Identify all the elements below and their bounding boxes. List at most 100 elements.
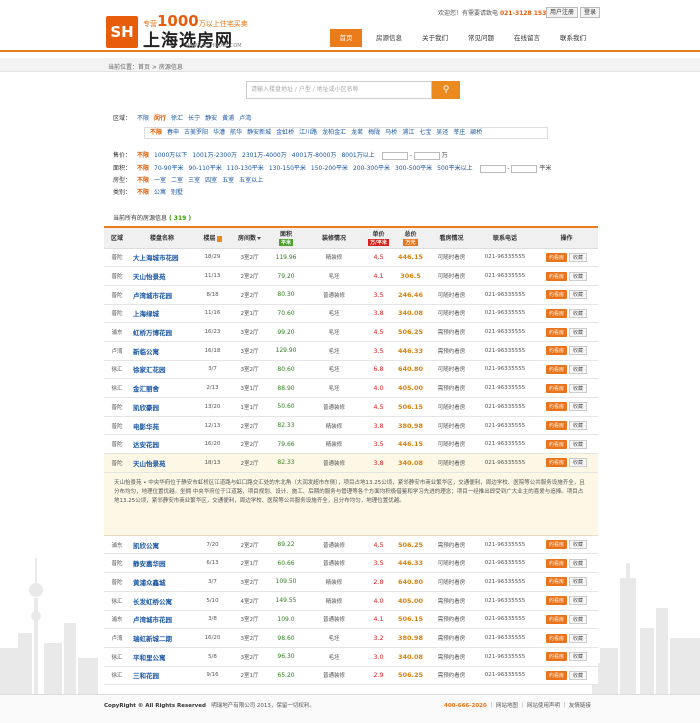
filter-size-option[interactable]: 70-90平米: [154, 165, 183, 172]
filter-room-option[interactable]: 二室: [171, 177, 183, 184]
register-button[interactable]: 用户注册: [546, 7, 579, 18]
footer-link-terms[interactable]: 网站使用声明: [527, 703, 560, 709]
listing-name-link[interactable]: 长发虹桥公寓: [130, 591, 194, 611]
book-viewing-button[interactable]: 约看房: [545, 458, 567, 468]
nav-contact[interactable]: 联系我们: [552, 29, 594, 47]
favorite-button[interactable]: 收藏: [569, 558, 588, 568]
listing-name-link[interactable]: 金汇丽舍: [130, 378, 194, 398]
favorite-button[interactable]: 收藏: [569, 652, 588, 662]
filter-area-option[interactable]: 徐汇: [171, 115, 183, 122]
filter-area-option[interactable]: 不限: [137, 115, 149, 122]
book-viewing-button[interactable]: 约看房: [545, 439, 567, 449]
favorite-button[interactable]: 收藏: [569, 614, 588, 624]
favorite-button[interactable]: 收藏: [569, 327, 588, 337]
logo-mark[interactable]: SH: [106, 16, 138, 48]
filter-subarea-option[interactable]: 七宝: [419, 129, 431, 136]
footer-link-sitemap[interactable]: 网站地图: [496, 703, 518, 709]
listing-name-link[interactable]: 瑞虹新城二期: [130, 628, 194, 648]
favorite-button[interactable]: 收藏: [569, 577, 588, 587]
filter-size-option[interactable]: 90-110平米: [188, 165, 221, 172]
price-max-input[interactable]: [413, 151, 440, 160]
filter-subarea-option[interactable]: 金虹桥: [276, 129, 294, 136]
nav-faq[interactable]: 常见问题: [460, 29, 502, 47]
filter-subarea-option[interactable]: 不限: [150, 129, 162, 136]
filter-subarea-option[interactable]: 龙茗: [351, 129, 363, 136]
listing-name-link[interactable]: 徐家汇花园: [130, 360, 194, 380]
search-button[interactable]: ⚲: [432, 81, 460, 99]
book-viewing-button[interactable]: 约看房: [545, 402, 567, 412]
book-viewing-button[interactable]: 约看房: [545, 327, 567, 337]
login-button[interactable]: 登录: [580, 7, 601, 18]
filter-price-option[interactable]: 不限: [137, 152, 149, 159]
book-viewing-button[interactable]: 约看房: [545, 364, 567, 374]
favorite-button[interactable]: 收藏: [569, 670, 588, 680]
filter-price-option[interactable]: 4001万-8000万: [292, 152, 337, 159]
listing-name-link[interactable]: 静安嘉华园: [130, 553, 194, 574]
filter-size-option[interactable]: 130-150平米: [269, 165, 306, 172]
filter-subarea-option[interactable]: 江川路: [299, 129, 317, 136]
book-viewing-button[interactable]: 约看房: [545, 271, 567, 281]
book-viewing-button[interactable]: 约看房: [545, 540, 567, 550]
listing-name-link[interactable]: 大上海城市花园: [130, 248, 194, 268]
book-viewing-button[interactable]: 约看房: [545, 596, 567, 606]
listing-name-link[interactable]: 新临公寓: [130, 341, 194, 361]
listing-name-link[interactable]: 上海绿城: [130, 304, 194, 324]
book-viewing-button[interactable]: 约看房: [545, 633, 567, 643]
size-max-input[interactable]: [511, 164, 538, 173]
listing-name-link[interactable]: 卢湾城市花园: [130, 285, 194, 305]
filter-area-option[interactable]: 卢湾: [239, 115, 251, 122]
footer-link-friends[interactable]: 友情链接: [569, 703, 591, 709]
book-viewing-button[interactable]: 约看房: [545, 670, 567, 680]
listing-name-link[interactable]: 天山怡景苑: [130, 453, 194, 473]
filter-subarea-option[interactable]: 马桥: [385, 129, 397, 136]
listing-name-link[interactable]: 达安花园: [130, 434, 194, 455]
filter-size-option[interactable]: 500平米以上: [437, 165, 472, 172]
nav-home[interactable]: 首页: [330, 29, 362, 47]
filter-subarea-option[interactable]: 梅陇: [368, 129, 380, 136]
listing-name-link[interactable]: 天山怡景苑: [130, 266, 194, 286]
favorite-button[interactable]: 收藏: [569, 540, 588, 550]
book-viewing-button[interactable]: 约看房: [545, 383, 567, 393]
filter-area-option[interactable]: 黄浦: [222, 115, 234, 122]
filter-price-option[interactable]: 2301万-4000万: [242, 152, 287, 159]
favorite-button[interactable]: 收藏: [569, 402, 588, 412]
filter-area-option[interactable]: 静安: [205, 115, 217, 122]
listing-name-link[interactable]: 卢湾城市花园: [130, 610, 194, 630]
favorite-button[interactable]: 收藏: [569, 271, 588, 281]
book-viewing-button[interactable]: 约看房: [545, 652, 567, 662]
filter-type-option[interactable]: 公寓: [154, 189, 166, 196]
favorite-button[interactable]: 收藏: [569, 364, 588, 374]
nav-listings[interactable]: 房源信息: [368, 29, 410, 47]
filter-subarea-option[interactable]: 航华: [230, 129, 242, 136]
filter-type-option[interactable]: 别墅: [171, 189, 183, 196]
price-min-input[interactable]: [381, 151, 408, 160]
filter-subarea-option[interactable]: 静安新城: [247, 129, 271, 136]
filter-size-option[interactable]: 200-300平米: [353, 165, 390, 172]
book-viewing-button[interactable]: 约看房: [545, 614, 567, 624]
filter-subarea-option[interactable]: 华漕: [213, 129, 225, 136]
listing-name-link[interactable]: 黄浦众鑫城: [130, 572, 194, 592]
filter-subarea-option[interactable]: 古美罗阳: [184, 129, 208, 136]
listing-name-link[interactable]: 虹桥万博花园: [130, 322, 194, 342]
filter-subarea-option[interactable]: 龙柏金汇: [322, 129, 346, 136]
favorite-button[interactable]: 收藏: [569, 596, 588, 606]
favorite-button[interactable]: 收藏: [569, 308, 588, 318]
filter-subarea-option[interactable]: 春申: [167, 129, 179, 136]
favorite-button[interactable]: 收藏: [569, 290, 588, 300]
filter-room-option[interactable]: 不限: [137, 177, 149, 184]
filter-subarea-option[interactable]: 颛桥: [470, 129, 482, 136]
book-viewing-button[interactable]: 约看房: [545, 558, 567, 568]
filter-subarea-option[interactable]: 浦江: [402, 129, 414, 136]
favorite-button[interactable]: 收藏: [569, 383, 588, 393]
col-unit-price[interactable]: 单价 万/平米: [364, 226, 393, 249]
filter-price-option[interactable]: 8001万以上: [341, 152, 374, 159]
filter-size-option[interactable]: 150-200平米: [311, 165, 348, 172]
filter-subarea-option[interactable]: 吴泾: [436, 129, 448, 136]
book-viewing-button[interactable]: 约看房: [545, 577, 567, 587]
filter-type-option[interactable]: 不限: [137, 189, 149, 196]
filter-room-option[interactable]: 五室: [222, 177, 234, 184]
filter-room-option[interactable]: 四室: [205, 177, 217, 184]
search-input[interactable]: 请输入楼盘地址 / 户型 / 地址或小区名称: [246, 81, 432, 99]
filter-room-option[interactable]: 三室: [188, 177, 200, 184]
favorite-button[interactable]: 收藏: [569, 252, 588, 262]
